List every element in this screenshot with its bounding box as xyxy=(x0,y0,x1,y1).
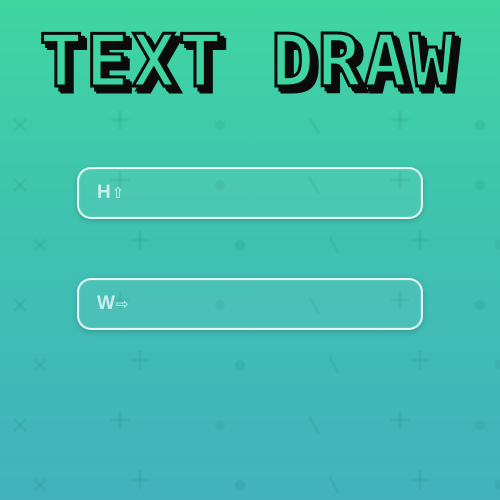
height-input[interactable] xyxy=(149,169,413,219)
arrow-right-icon: ⇨ xyxy=(115,295,129,313)
width-label-text: W xyxy=(97,293,115,314)
width-input[interactable] xyxy=(149,280,413,330)
height-input-field[interactable]: H ⇧ xyxy=(77,167,423,219)
height-field-label: H ⇧ xyxy=(97,182,124,204)
height-label-text: H xyxy=(97,182,111,203)
width-input-field[interactable]: W ⇨ xyxy=(77,278,423,330)
app-title: TEXT DRAW TEXT DRAW TEXT DRAW xyxy=(0,22,500,108)
app-title-text: TEXT DRAW xyxy=(39,22,456,103)
width-field-label: W ⇨ xyxy=(97,293,129,315)
arrow-up-icon: ⇧ xyxy=(111,184,125,202)
